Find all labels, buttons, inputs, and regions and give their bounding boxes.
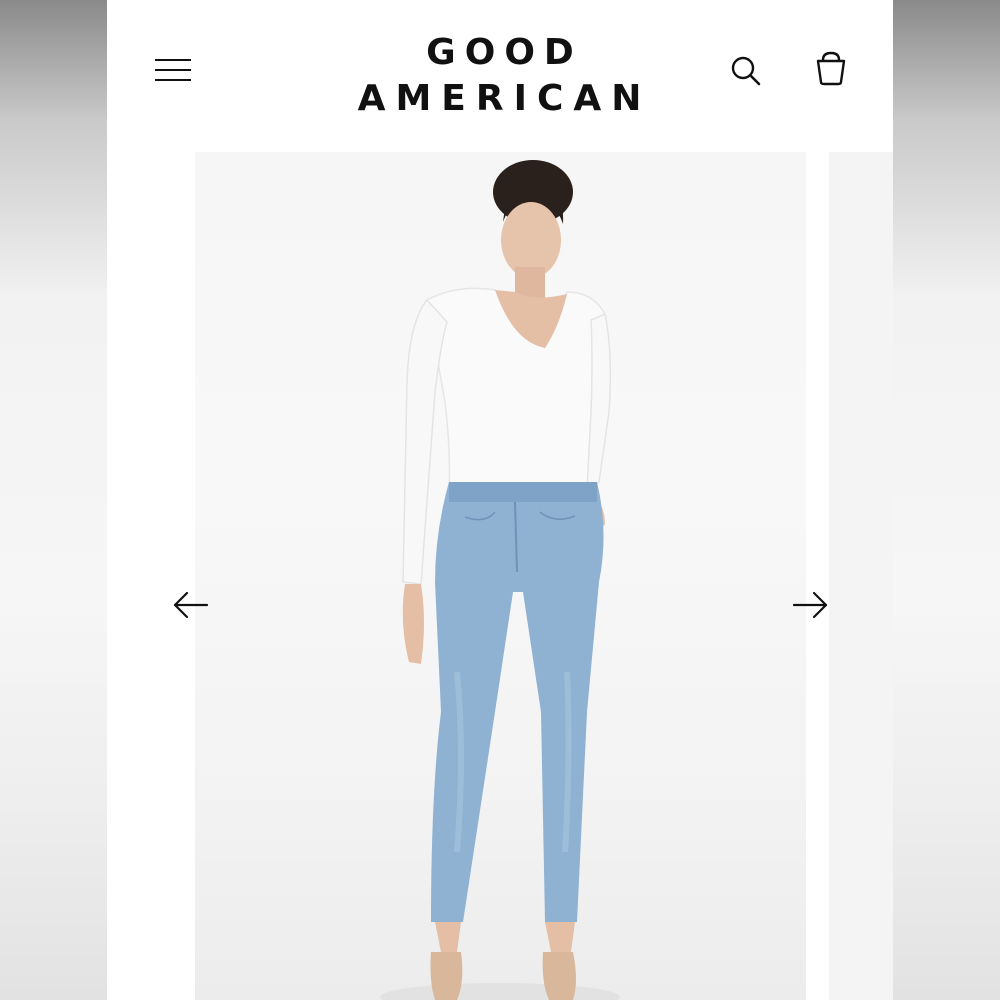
search-icon[interactable] — [727, 52, 765, 90]
hamburger-menu-icon[interactable] — [153, 55, 193, 87]
left-blur-margin — [0, 0, 107, 1000]
next-image-peek — [829, 152, 893, 1000]
arrow-right-icon[interactable] — [790, 588, 830, 622]
brand-logo-line1: GOOD — [426, 32, 583, 73]
shopping-bag-icon[interactable] — [811, 50, 851, 90]
model-photo — [380, 160, 620, 1000]
product-page: GOOD AMERICAN — [107, 0, 893, 1000]
menu-line — [155, 69, 191, 71]
brand-logo-line2: AMERICAN — [357, 78, 652, 119]
menu-line — [155, 79, 191, 81]
arrow-left-icon[interactable] — [171, 588, 211, 622]
menu-line — [155, 59, 191, 61]
brand-logo[interactable]: GOOD AMERICAN — [327, 30, 673, 122]
product-image[interactable] — [195, 152, 806, 1000]
right-blur-margin — [893, 0, 1000, 1000]
app-frame: GOOD AMERICAN — [0, 0, 1000, 1000]
